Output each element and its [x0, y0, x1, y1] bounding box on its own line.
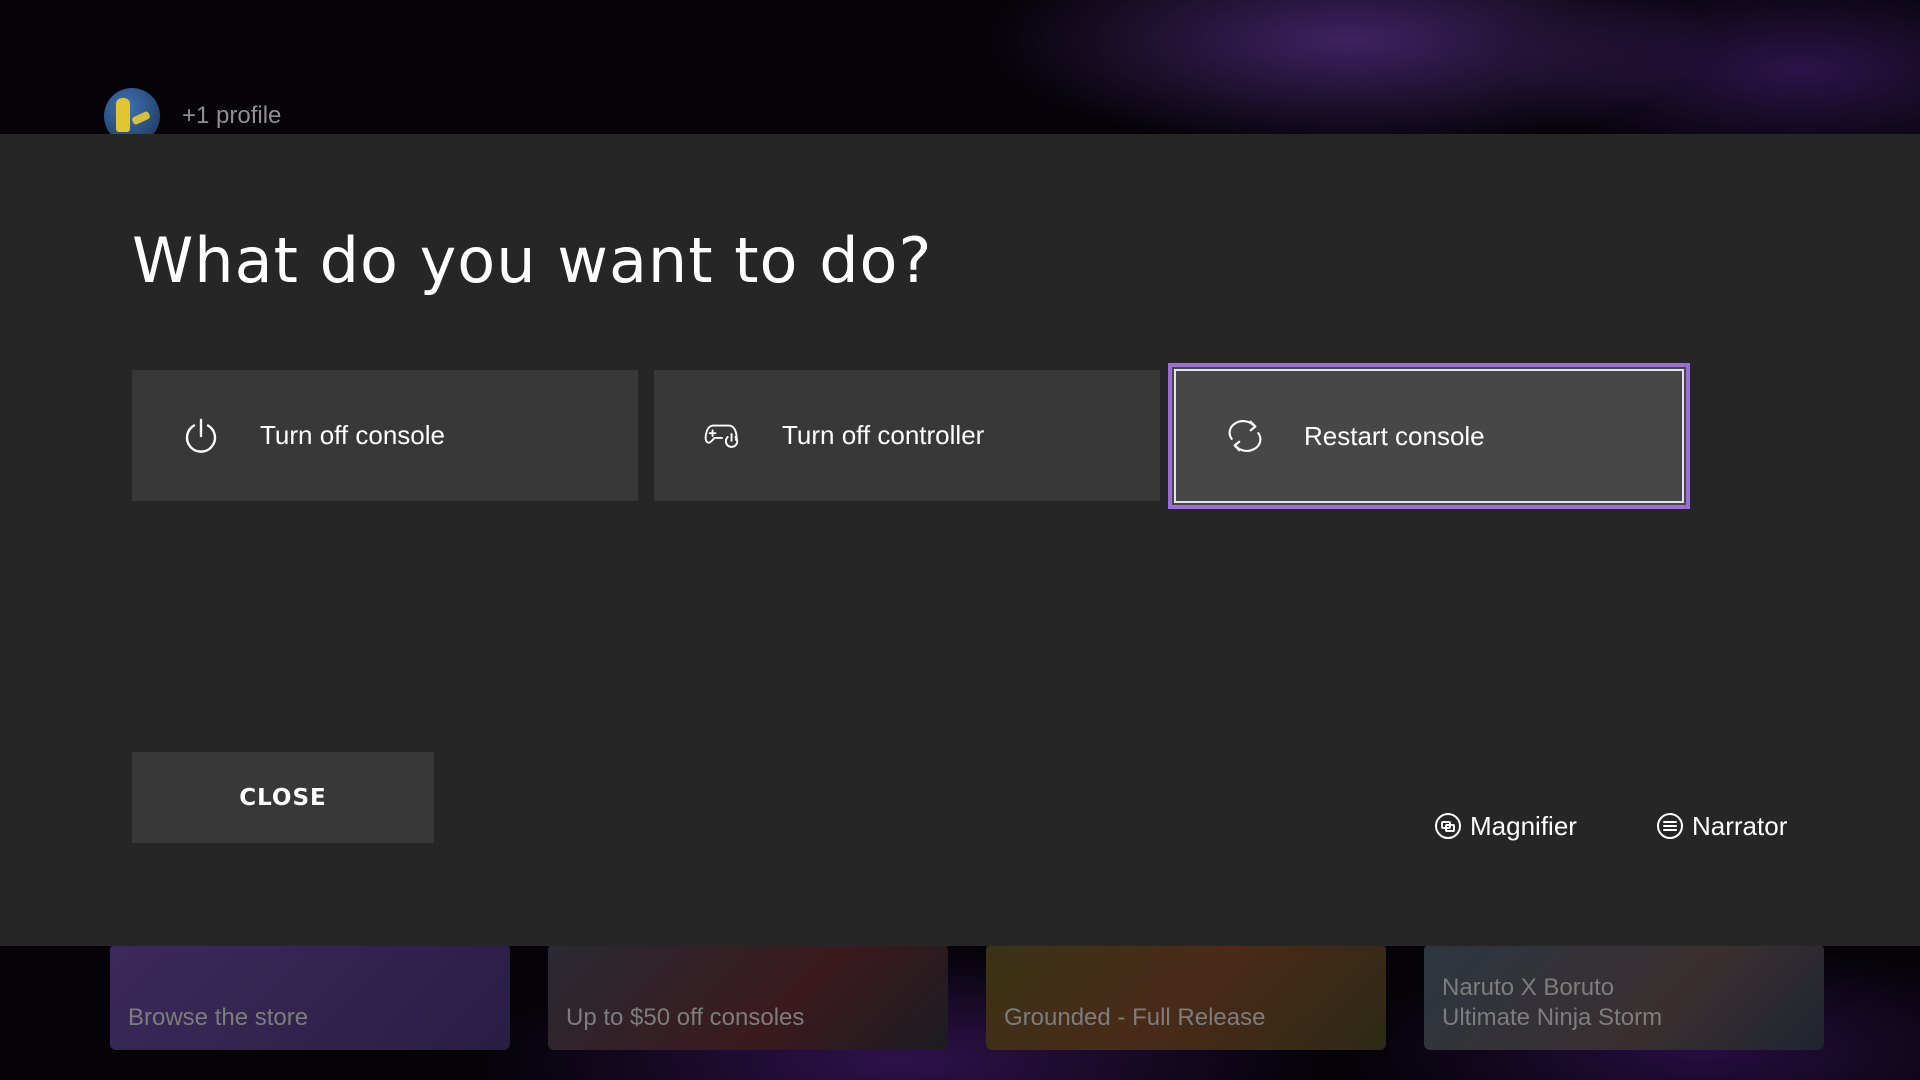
- profile-count-text: +1 profile: [182, 102, 282, 129]
- close-button[interactable]: CLOSE: [132, 752, 434, 843]
- tile-naruto: Naruto X Boruto Ultimate Ninja Storm: [1424, 944, 1824, 1050]
- option-label: Turn off controller: [782, 420, 985, 450]
- dialog-title: What do you want to do?: [132, 224, 933, 297]
- turn-off-console-button[interactable]: Turn off console: [132, 370, 638, 501]
- option-label: Turn off console: [260, 420, 445, 450]
- tile-title: Up to $50 off consoles: [566, 1004, 805, 1031]
- magnifier-icon: [1434, 812, 1462, 840]
- tile-title: Grounded - Full Release: [1004, 1004, 1266, 1031]
- controller-power-icon: [704, 417, 742, 455]
- dashboard-tiles: Browse the store Up to $50 off consoles …: [0, 944, 1920, 1050]
- magnifier-button[interactable]: Magnifier: [1434, 806, 1577, 846]
- option-label: Restart console: [1304, 420, 1485, 451]
- narrator-icon: [1656, 812, 1684, 840]
- tile-title: Browse the store: [128, 1004, 309, 1031]
- restart-console-button[interactable]: Restart console: [1168, 363, 1690, 509]
- power-dialog: What do you want to do? Turn off console…: [0, 134, 1920, 946]
- turn-off-controller-button[interactable]: Turn off controller: [654, 370, 1160, 501]
- tile-browse-store: Browse the store: [110, 944, 510, 1050]
- narrator-label: Narrator: [1692, 810, 1788, 841]
- tile-consoles-sale: Up to $50 off consoles: [548, 944, 948, 1050]
- narrator-button[interactable]: Narrator: [1656, 806, 1787, 846]
- magnifier-label: Magnifier: [1470, 810, 1577, 841]
- tile-subtitle: Ultimate Ninja Storm: [1442, 1004, 1663, 1031]
- power-icon: [182, 417, 220, 455]
- restart-icon: [1226, 417, 1264, 455]
- tile-grounded: Grounded - Full Release: [986, 944, 1386, 1050]
- tile-title: Naruto X Boruto: [1442, 974, 1615, 1001]
